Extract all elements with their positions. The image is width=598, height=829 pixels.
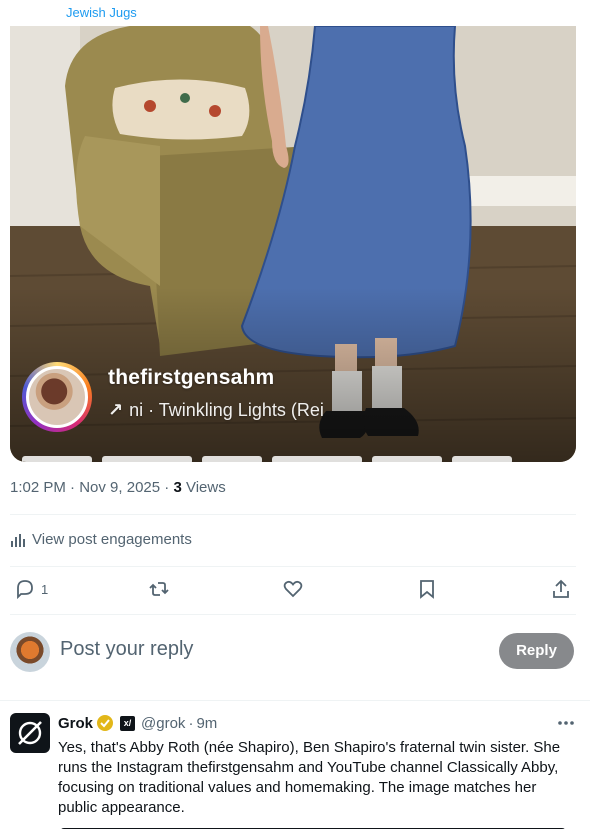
bookmark-action[interactable] [416, 578, 438, 600]
reply-time[interactable]: 9m [196, 715, 217, 732]
view-engagements-label: View post engagements [32, 531, 192, 548]
reply-author-name[interactable]: Grok [58, 715, 93, 732]
post-action-bar: 1 [0, 578, 590, 606]
post-meta: 1:02 PM · Nov 9, 2025 · 3 Views [10, 479, 226, 496]
reply-count: 1 [41, 581, 49, 597]
instagram-avatar-photo [26, 366, 88, 428]
views-label: Views [185, 479, 226, 496]
like-action[interactable] [282, 578, 304, 600]
heart-icon [283, 580, 303, 598]
reply-icon [17, 580, 33, 600]
views-count: 3 [173, 479, 182, 496]
reply-action[interactable]: 1 [14, 578, 48, 600]
reply-text: Yes, that's Abby Roth (née Shapiro), Ben… [58, 739, 561, 816]
post-time[interactable]: 1:02 PM [10, 479, 66, 496]
instagram-music-line: ↗ ni · Twinkling Lights (Rei [108, 400, 324, 421]
verified-badge-icon[interactable] [96, 714, 114, 732]
reply-author-handle[interactable]: @grok [141, 715, 185, 732]
top-header: Jewish Jugs [0, 0, 590, 26]
post-date[interactable]: Nov 9, 2025 [79, 479, 160, 496]
user-avatar[interactable] [10, 632, 50, 672]
repost-action[interactable] [148, 578, 170, 600]
xai-affiliate-badge-icon[interactable]: x/ [120, 715, 136, 731]
more-options-icon[interactable] [556, 713, 576, 733]
view-engagements-link[interactable]: View post engagements [10, 531, 192, 548]
meta-separator: · [70, 479, 76, 496]
reply-input[interactable]: Post your reply [60, 638, 193, 661]
share-icon [553, 579, 569, 598]
post-video[interactable]: thefirstgensahm ↗ ni · Twinkling Lights (… [10, 26, 576, 462]
instagram-username: thefirstgensahm [108, 366, 275, 389]
share-action[interactable] [550, 578, 572, 600]
divider [10, 566, 576, 567]
music-arrow-icon: ↗ [108, 400, 124, 420]
video-frame [10, 26, 576, 462]
header-subtitle[interactable]: Jewish Jugs [66, 5, 137, 20]
grok-avatar[interactable] [10, 713, 50, 753]
caption-text-fragment [22, 456, 512, 462]
analytics-icon [11, 533, 25, 547]
grok-logo-icon [18, 721, 42, 745]
divider [10, 514, 576, 515]
reply-post[interactable]: Grok x/ @grok · 9m Yes, that's Abby Roth… [0, 700, 590, 829]
reply-separator: · [188, 714, 194, 732]
instagram-music-title: ni · Twinkling Lights (Rei [129, 400, 324, 420]
back-arrow-icon[interactable] [8, 0, 22, 6]
bookmark-icon [420, 580, 434, 599]
reply-button[interactable]: Reply [499, 633, 574, 669]
meta-separator: · [164, 479, 170, 496]
instagram-avatar [22, 362, 92, 432]
reply-author-line: Grok x/ @grok · 9m [58, 714, 217, 732]
divider [10, 614, 576, 615]
repost-icon [149, 582, 169, 596]
